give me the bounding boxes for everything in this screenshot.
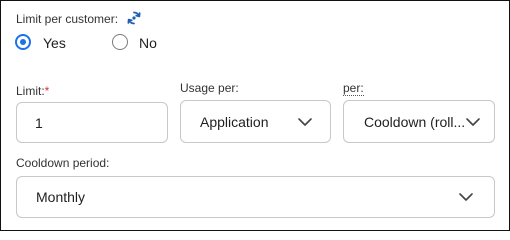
cooldown-period-select[interactable]: Monthly bbox=[16, 176, 495, 218]
radio-yes-label: Yes bbox=[43, 35, 66, 51]
usage-per-label: Usage per: bbox=[180, 81, 239, 95]
chevron-down-icon bbox=[298, 117, 312, 126]
limit-settings-panel: Limit per customer: Yes No Limit:* 1 Usa… bbox=[0, 0, 510, 231]
cooldown-period-label: Cooldown period: bbox=[16, 156, 110, 170]
radio-option-yes[interactable]: Yes bbox=[15, 34, 85, 52]
per-select[interactable]: Cooldown (roll... bbox=[343, 100, 495, 143]
radio-yes-indicator[interactable] bbox=[15, 34, 31, 50]
usage-per-value: Application bbox=[200, 113, 269, 130]
radio-option-no[interactable]: No bbox=[112, 34, 172, 52]
usage-per-select[interactable]: Application bbox=[180, 100, 331, 143]
limit-per-customer-label: Limit per customer: bbox=[16, 12, 119, 26]
refresh-icon[interactable] bbox=[126, 10, 142, 26]
limit-label: Limit:* bbox=[16, 84, 49, 98]
limit-label-text: Limit: bbox=[16, 84, 45, 98]
cooldown-period-value: Monthly bbox=[36, 189, 86, 205]
radio-no-label: No bbox=[139, 35, 157, 51]
per-label: per: bbox=[343, 81, 364, 96]
chevron-down-icon bbox=[466, 117, 480, 126]
limit-input[interactable]: 1 bbox=[16, 102, 168, 143]
per-value: Cooldown (roll... bbox=[364, 113, 464, 130]
limit-input-value: 1 bbox=[35, 114, 43, 131]
required-mark: * bbox=[44, 84, 50, 98]
chevron-down-icon bbox=[459, 193, 473, 201]
radio-no-indicator[interactable] bbox=[112, 34, 128, 50]
